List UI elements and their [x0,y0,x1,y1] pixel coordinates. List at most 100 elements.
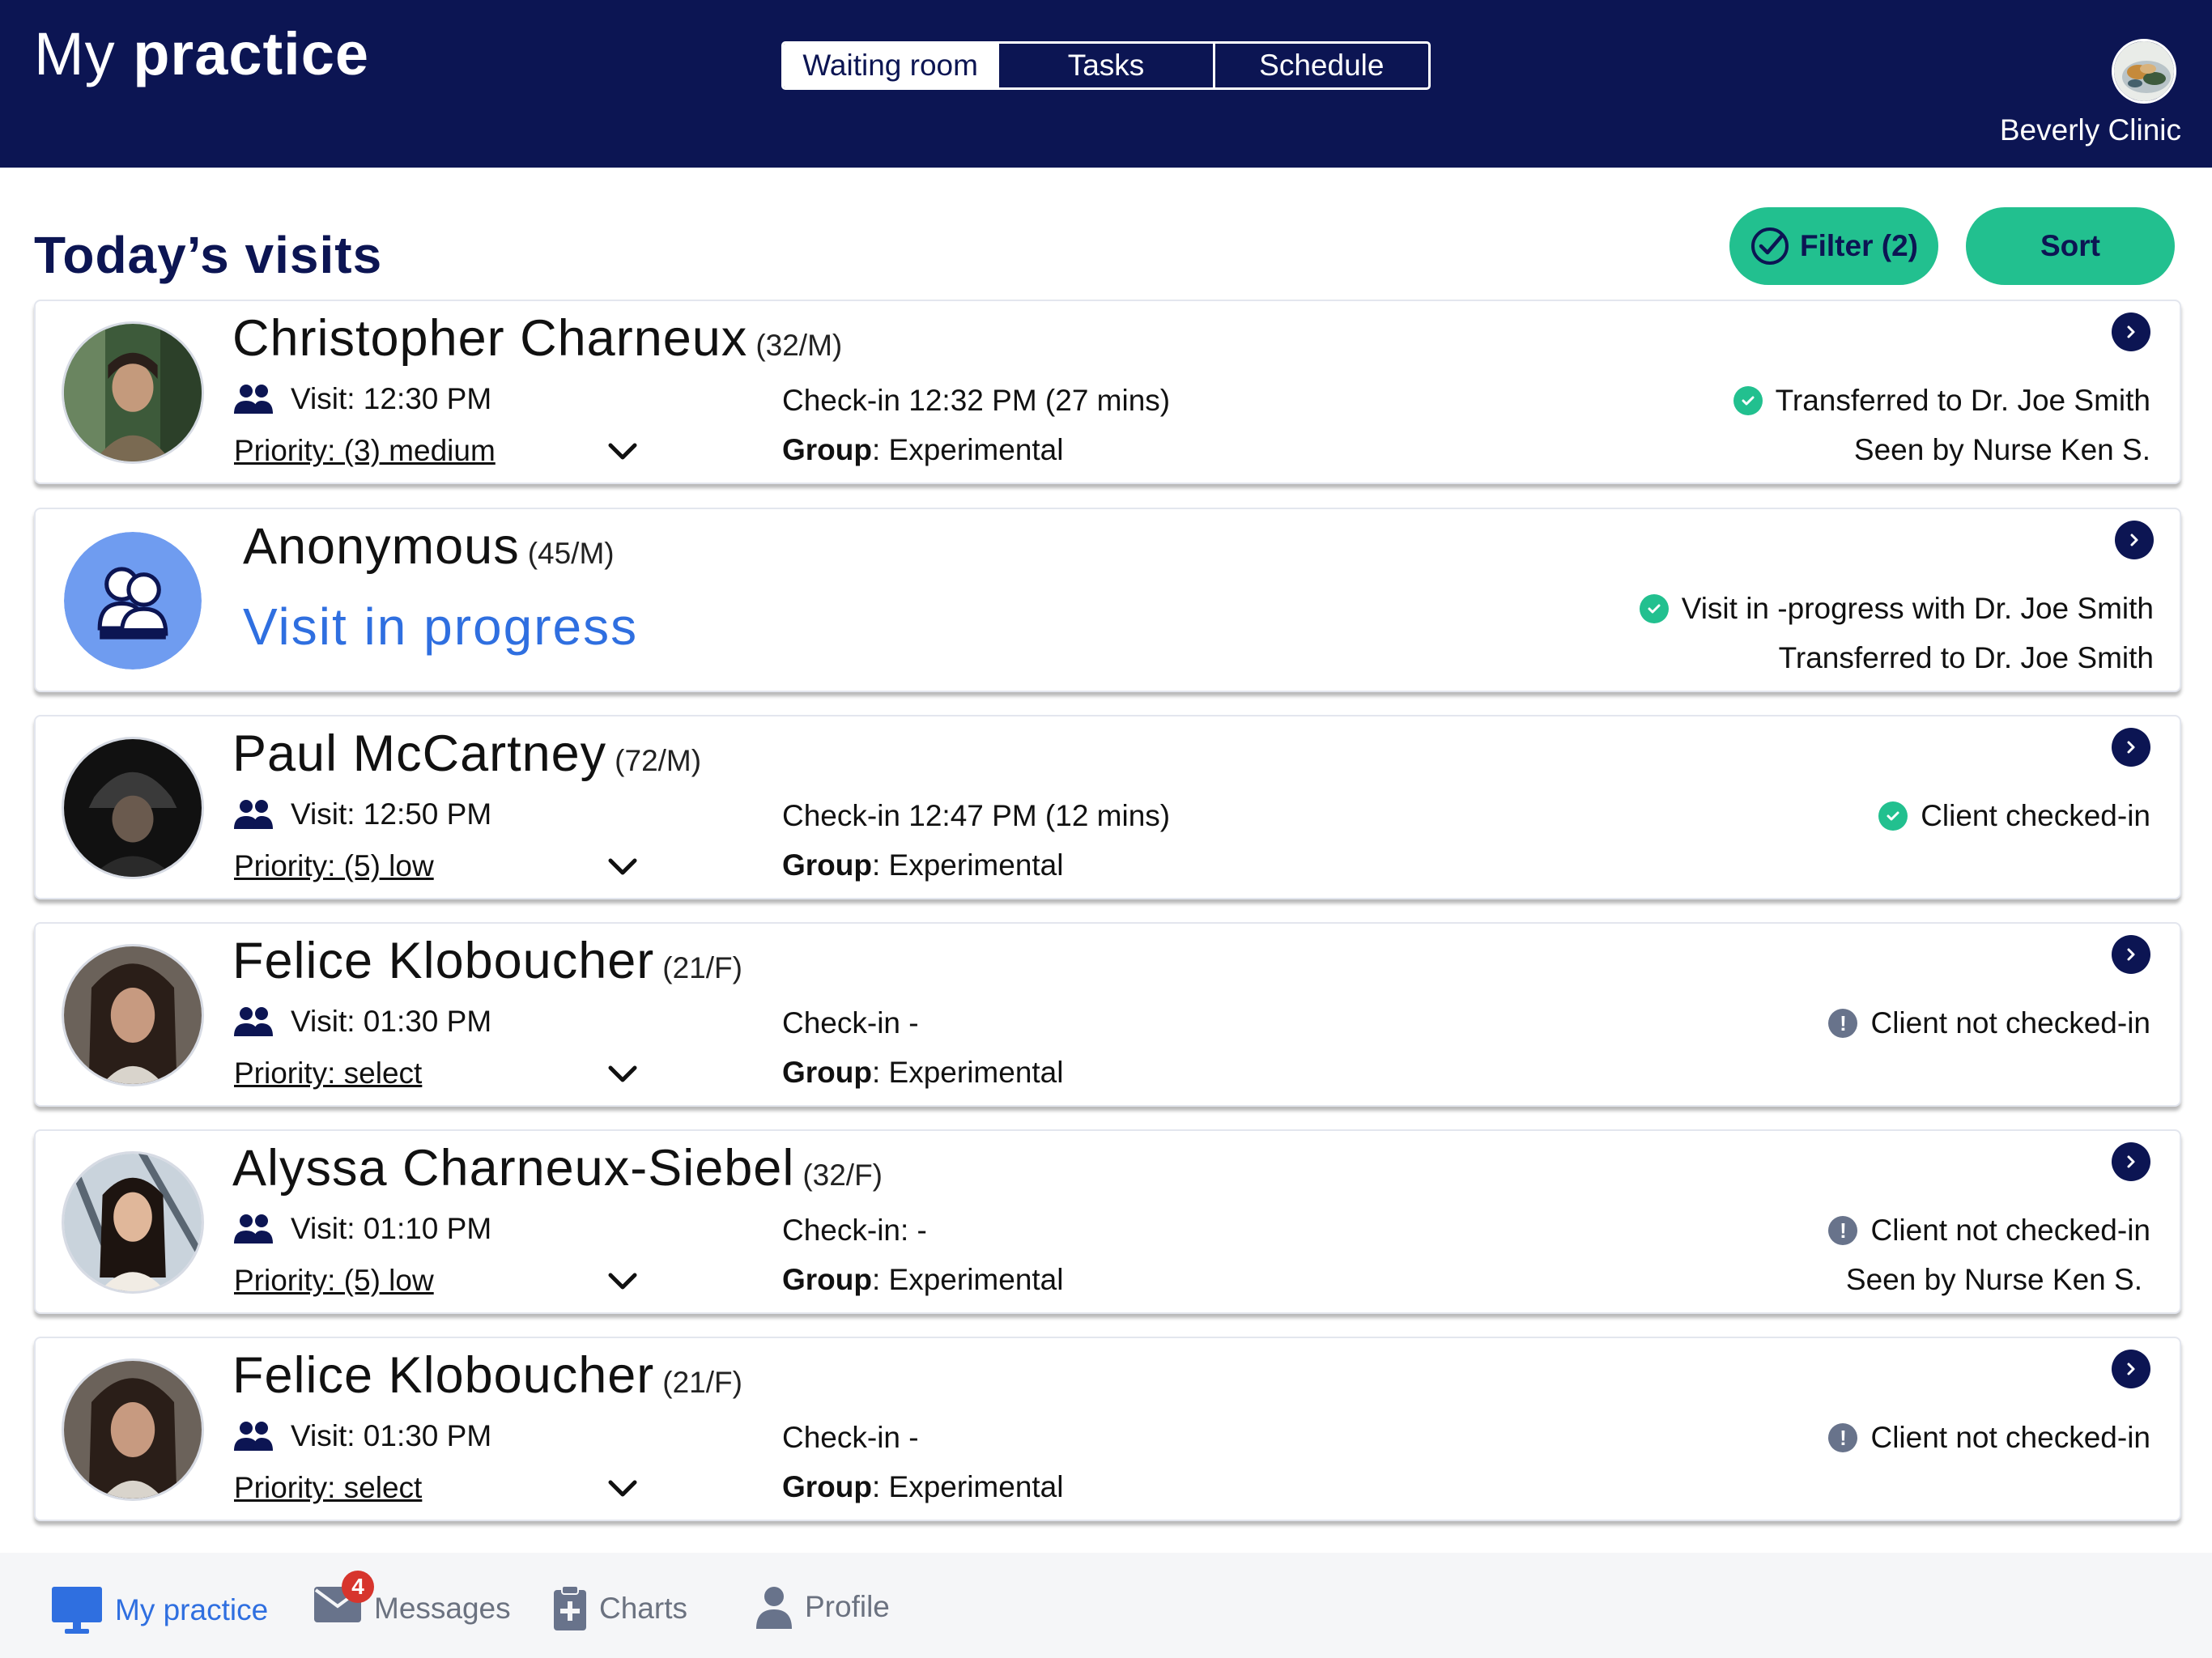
filter-button[interactable]: Filter (2) [1729,207,1938,285]
patient-age: (45/M) [527,537,615,570]
priority-select[interactable]: Priority: (5) low [234,1264,434,1298]
visit-status-text: Client not checked-in [1870,1214,2150,1247]
patient-name-text: Felice Kloboucher [232,933,655,989]
patient-name-text: Felice Kloboucher [232,1347,655,1404]
visit-status: Visit in -progress with Dr. Joe Smith [1639,592,2154,626]
visit-time: Visit: 01:30 PM [232,1419,491,1453]
view-tabs: Waiting room Tasks Schedule [781,41,1431,90]
patient-name: Paul McCartney (72/M) [232,725,701,783]
priority-select[interactable]: Priority: select [234,1471,422,1505]
visit-card[interactable]: Paul McCartney (72/M) Visit: 12:50 PM Pri… [34,715,2181,899]
open-visit-button[interactable] [2115,521,2154,559]
patient-age: (32/M) [755,329,843,362]
people-icon [234,1007,273,1036]
patient-name: Felice Kloboucher (21/F) [232,932,742,990]
chevron-down-icon[interactable] [602,846,643,886]
nav-profile-label: Profile [805,1590,890,1623]
sort-button[interactable]: Sort [1966,207,2175,285]
open-visit-button[interactable] [2112,312,2150,351]
visit-status-text: Client checked-in [1921,799,2150,832]
visit-time-text: Visit: 01:30 PM [291,1005,492,1038]
priority-select[interactable]: Priority: (5) low [234,849,434,883]
visit-status: ! Client not checked-in [1828,1006,2150,1040]
visit-time: Visit: 01:10 PM [232,1212,491,1246]
visit-status: Client checked-in [1878,799,2150,833]
patient-name: Felice Kloboucher (21/F) [232,1346,742,1405]
visit-status-text: Client not checked-in [1870,1421,2150,1454]
open-visit-button[interactable] [2112,1142,2150,1181]
tab-waiting-room[interactable]: Waiting room [784,44,1000,87]
group-info: Group: Experimental [782,848,1063,882]
visit-card[interactable]: Felice Kloboucher (21/F) Visit: 01:30 PM … [34,1337,2181,1521]
patient-name: Anonymous (45/M) [243,517,615,576]
chevron-right-icon [2127,741,2135,754]
check-icon [1639,594,1669,623]
patient-avatar [64,1361,202,1499]
tab-tasks[interactable]: Tasks [999,44,1215,87]
patient-age: (21/F) [662,1366,742,1399]
visit-card[interactable]: Anonymous (45/M) Visit in progress Visit … [34,508,2181,692]
patient-name-text: Christopher Charneux [232,310,748,367]
app-title: My practice [34,19,369,88]
nav-charts-label: Charts [599,1592,687,1625]
visit-status-secondary: Seen by Nurse Ken S. [1853,433,2150,466]
checkin-time: Check-in: - [782,1214,927,1247]
patient-name: Christopher Charneux (32/M) [232,309,842,368]
chevron-down-icon[interactable] [602,1053,643,1094]
visit-card[interactable]: Alyssa Charneux-Siebel (32/F) Visit: 01:1… [34,1129,2181,1314]
nav-profile[interactable]: Profile [755,1585,890,1629]
checkin-time: Check-in 12:32 PM (27 mins) [782,384,1171,417]
checkin-time: Check-in - [782,1006,919,1039]
visit-status: ! Client not checked-in [1828,1214,2150,1248]
nav-messages-label: Messages [374,1591,511,1625]
check-circle-icon [1751,227,1789,265]
visit-status-secondary: Transferred to Dr. Joe Smith [1778,641,2154,674]
chevron-down-icon[interactable] [602,1261,643,1301]
visit-card[interactable]: Felice Kloboucher (21/F) Visit: 01:30 PM … [34,922,2181,1107]
visit-status: ! Client not checked-in [1828,1421,2150,1455]
anonymous-avatar [64,532,202,670]
people-icon [234,1422,273,1451]
visit-time-text: Visit: 01:10 PM [291,1212,492,1245]
nav-my-practice[interactable]: My practice [50,1585,268,1635]
visit-card[interactable]: Christopher Charneux (32/M) Visit: 12:30 … [34,300,2181,484]
app-title-light: My [34,20,116,87]
chevron-down-icon[interactable] [602,1468,643,1508]
group-info: Group: Experimental [782,1470,1063,1504]
people-icon [234,1214,273,1244]
group-value: : Experimental [871,1470,1064,1503]
filter-label: Filter (2) [1800,229,1918,262]
group-label: Group [782,1056,872,1089]
clinic-avatar[interactable] [2112,39,2176,104]
nav-charts[interactable]: Charts [552,1585,687,1632]
patient-name-text: Paul McCartney [232,725,607,782]
check-icon [1878,801,1908,831]
visit-status-secondary: Seen by Nurse Ken S. [1845,1263,2142,1296]
chevron-down-icon[interactable] [602,431,643,471]
open-visit-button[interactable] [2112,1350,2150,1388]
group-value: : Experimental [871,1056,1064,1089]
open-visit-button[interactable] [2112,935,2150,974]
patient-avatar [64,946,202,1084]
app-header: My practice Waiting room Tasks Schedule … [0,0,2212,168]
patient-age: (32/F) [802,1158,883,1192]
chevron-right-icon [2127,948,2135,961]
nav-my-practice-label: My practice [115,1593,269,1626]
group-label: Group [782,1470,872,1503]
open-visit-button[interactable] [2112,728,2150,767]
clinic-name[interactable]: Beverly Clinic [2000,113,2181,147]
priority-select[interactable]: Priority: select [234,1056,422,1090]
group-value: : Experimental [871,1263,1064,1296]
visit-status: Transferred to Dr. Joe Smith [1733,384,2150,418]
sort-label: Sort [2040,229,2100,262]
group-value: : Experimental [871,433,1064,466]
patient-avatar [64,739,202,877]
nav-messages[interactable]: 4 Messages [313,1571,511,1631]
tab-schedule[interactable]: Schedule [1215,44,1428,87]
priority-select[interactable]: Priority: (3) medium [234,434,496,468]
group-info: Group: Experimental [782,1056,1063,1090]
alert-icon: ! [1828,1216,1858,1245]
chevron-right-icon [2127,1155,2135,1168]
app-title-bold: practice [133,20,370,87]
chevron-right-icon [2130,534,2138,546]
